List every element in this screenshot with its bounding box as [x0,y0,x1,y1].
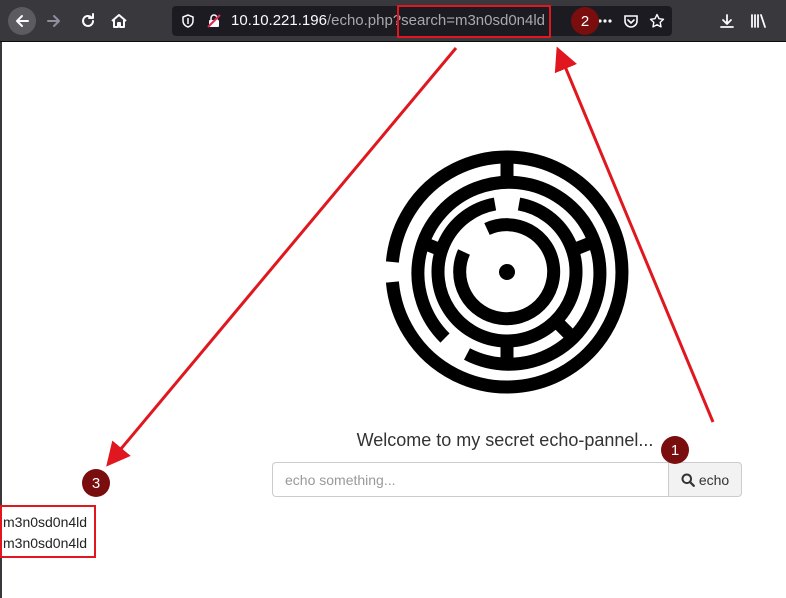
search-icon [681,473,695,487]
annotation-badge-3: 3 [82,469,110,497]
back-icon[interactable] [8,7,36,35]
more-icon[interactable] [598,13,612,29]
maze-logo [385,150,629,399]
echo-form: echo [272,462,742,497]
library-icon[interactable] [749,11,769,31]
bookmark-star-icon[interactable] [649,13,665,29]
download-icon[interactable] [717,11,737,31]
shield-icon[interactable] [180,13,196,29]
browser-toolbar: 10.10.221.196/echo.php?search=m3n0sd0n4l… [0,0,786,42]
echo-button[interactable]: echo [668,462,742,497]
home-icon[interactable] [105,7,133,35]
echo-input[interactable] [272,462,668,497]
echo-button-label: echo [698,471,730,488]
url-highlight-box [397,5,551,38]
forward-icon[interactable] [40,7,68,35]
output-highlight-box [0,505,96,558]
reload-icon[interactable] [74,7,102,35]
annotation-badge-1: 1 [661,436,689,464]
annotation-badge-2: 2 [571,7,599,35]
insecure-lock-icon[interactable] [206,13,222,29]
url-host: 10.10.221.196 [231,12,327,29]
pocket-icon[interactable] [623,13,639,29]
